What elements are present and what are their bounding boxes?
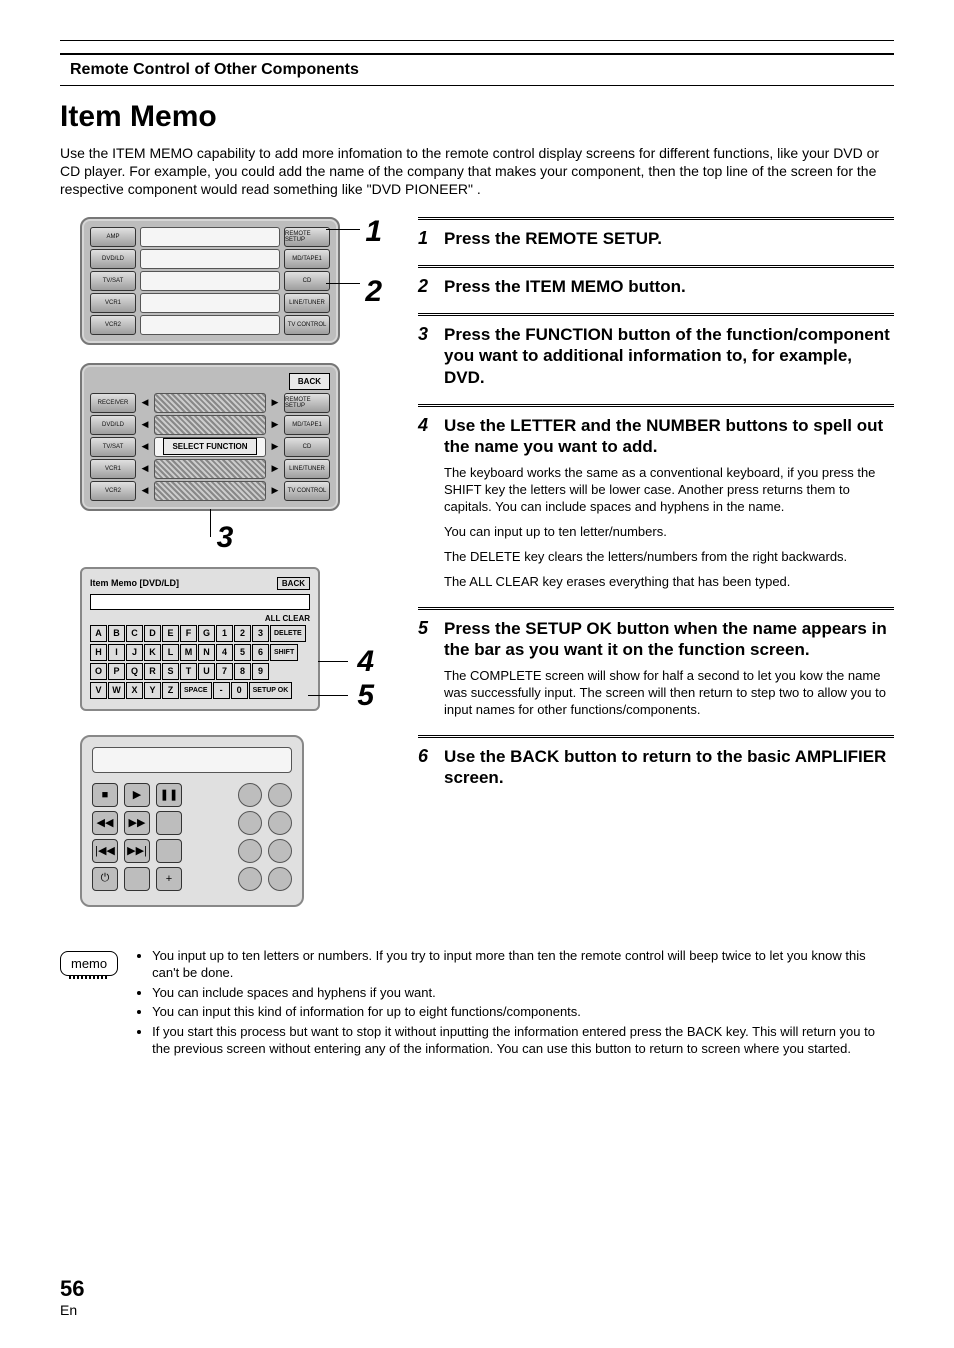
round-btn — [268, 783, 292, 807]
kb-all-clear: ALL CLEAR — [90, 614, 310, 623]
callout-2: 2 — [365, 275, 382, 309]
kb-title: Item Memo [DVD/LD] — [90, 578, 179, 588]
power-icon: ⏻ — [92, 867, 118, 891]
pause-icon: ❚❚ — [156, 783, 182, 807]
step-6: 6Use the BACK button to return to the ba… — [418, 735, 894, 789]
ff-icon: ▶▶ — [124, 811, 150, 835]
round-btn — [238, 783, 262, 807]
kb-back: BACK — [277, 577, 310, 590]
step-5: 5Press the SETUP OK button when the name… — [418, 607, 894, 719]
callout-3: 3 — [60, 521, 390, 555]
rew-icon: ◀◀ — [92, 811, 118, 835]
stop-icon: ■ — [92, 783, 118, 807]
remote-panel-2: BACK RECEIVER◀▶REMOTE SETUP DVD/LD◀▶MD/T… — [80, 363, 340, 511]
memo-item: You input up to ten letters or numbers. … — [152, 947, 894, 982]
memo-section: memo You input up to ten letters or numb… — [60, 947, 894, 1060]
plus-icon: + — [156, 867, 182, 891]
btn-vcr1: VCR1 — [90, 293, 136, 313]
btn-line: LINE/TUNER — [284, 293, 330, 313]
next-icon: ▶▶| — [124, 839, 150, 863]
callout-4: 4 — [357, 645, 374, 679]
kb-input-bar — [90, 594, 310, 610]
page-title: Item Memo — [60, 100, 894, 134]
step-3: 3Press the FUNCTION button of the functi… — [418, 313, 894, 388]
btn-dvd: DVD/LD — [90, 249, 136, 269]
memo-badge: memo — [60, 951, 118, 976]
step-1: 1Press the REMOTE SETUP. — [418, 217, 894, 249]
btn-tvctrl: TV CONTROL — [284, 315, 330, 335]
btn-tvsat: TV/SAT — [90, 271, 136, 291]
step-4: 4Use the LETTER and the NUMBER buttons t… — [418, 404, 894, 591]
memo-item: You can include spaces and hyphens if yo… — [152, 984, 894, 1002]
btn-amp: AMP — [90, 227, 136, 247]
page-footer: 56 En — [60, 1276, 84, 1318]
memo-item: You can input this kind of information f… — [152, 1003, 894, 1021]
remote-panel-1: 1 2 AMPREMOTE SETUP DVD/LDMD/TAPE1 TV/SA… — [80, 217, 340, 345]
select-function-label: SELECT FUNCTION — [163, 438, 256, 455]
btn-cd: CD — [284, 271, 330, 291]
steps-column: 1Press the REMOTE SETUP. 2Press the ITEM… — [418, 217, 894, 907]
memo-item: If you start this process but want to st… — [152, 1023, 894, 1058]
btn-vcr2: VCR2 — [90, 315, 136, 335]
transport-panel: ■ ▶ ❚❚ ◀◀ ▶▶ |◀◀ ▶▶| — [80, 735, 304, 907]
keyboard-panel: 4 5 Item Memo [DVD/LD] BACK ALL CLEAR AB… — [80, 567, 320, 711]
intro-text: Use the ITEM MEMO capability to add more… — [60, 144, 894, 199]
btn-remote-setup: REMOTE SETUP — [284, 227, 330, 247]
back-btn: BACK — [289, 373, 330, 390]
section-header: Remote Control of Other Components — [60, 53, 894, 86]
callout-5: 5 — [357, 679, 374, 713]
btn-mdtape: MD/TAPE1 — [284, 249, 330, 269]
prev-icon: |◀◀ — [92, 839, 118, 863]
step-2: 2Press the ITEM MEMO button. — [418, 265, 894, 297]
play-icon: ▶ — [124, 783, 150, 807]
callout-1: 1 — [365, 215, 382, 249]
